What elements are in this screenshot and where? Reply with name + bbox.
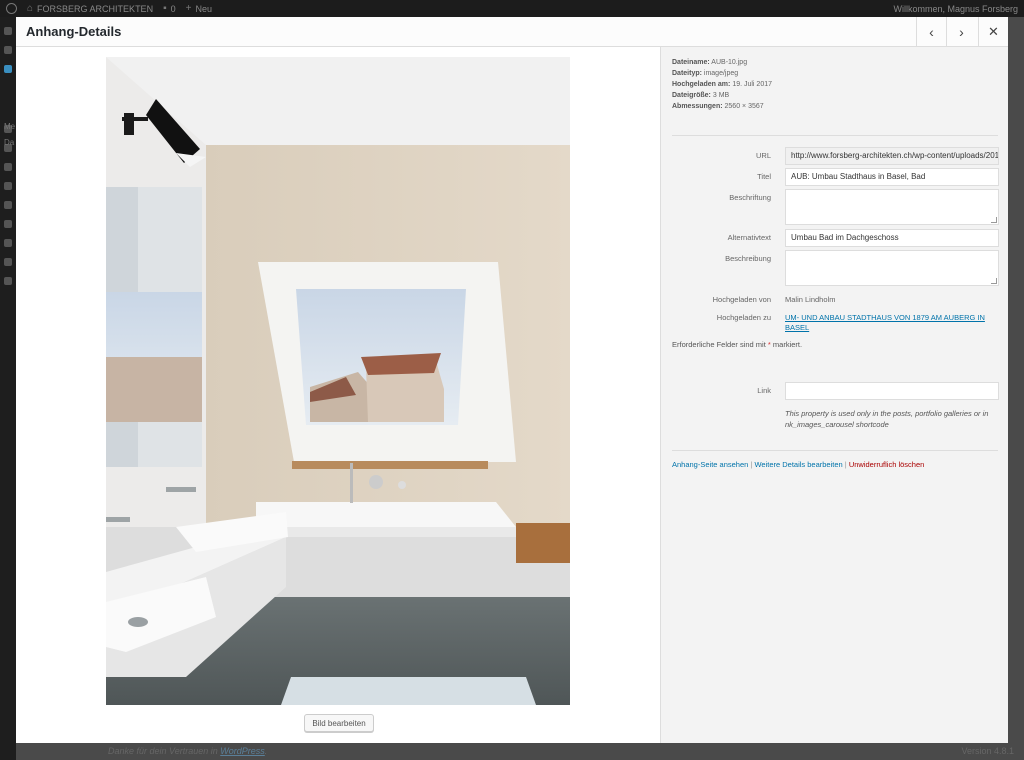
bathroom-photo (106, 57, 570, 705)
uploaded-by-label: Hochgeladen von (712, 295, 771, 304)
chevron-left-icon: ‹ (929, 24, 934, 40)
resize-handle-icon[interactable] (991, 278, 997, 284)
uploaded-to-label: Hochgeladen zu (716, 313, 771, 322)
users-icon[interactable] (4, 239, 12, 247)
footer-version: Version 4.8.1 (961, 746, 1014, 756)
menu-item-da[interactable]: Da (4, 138, 14, 147)
caption-label: Beschriftung (729, 193, 771, 202)
footer-thanks: Danke für dein Vertrauen in WordPress. (108, 746, 268, 756)
site-name-link[interactable]: ⌂ FORSBERG ARCHITEKTEN (27, 3, 153, 14)
previous-button[interactable]: ‹ (916, 17, 946, 47)
modal-header: Anhang-Details ‹ › ✕ (16, 17, 1008, 47)
dimensions-row: Abmessungen: 2560 × 3567 (672, 103, 764, 110)
chevron-right-icon: › (959, 24, 964, 40)
uploaded-date-row: Hochgeladen am: 19. Juli 2017 (672, 81, 773, 88)
divider (672, 450, 998, 451)
uploaded-to-link[interactable]: UM- UND ANBAU STADTHAUS VON 1879 AM AUBE… (785, 313, 989, 333)
dashboard-icon[interactable] (4, 27, 12, 35)
media-icon[interactable] (4, 65, 12, 73)
file-info: Dateiname: AUB-10.jpg Dateityp: image/jp… (672, 57, 772, 112)
comment-icon: ▪ (163, 3, 167, 14)
tools-icon[interactable] (4, 258, 12, 266)
close-button[interactable]: ✕ (978, 17, 1008, 47)
attachment-image (106, 57, 570, 705)
url-label: URL (755, 151, 771, 160)
title-label: Titel (757, 172, 771, 181)
link-label: Link (757, 386, 771, 395)
description-field[interactable] (785, 250, 999, 286)
mail-icon[interactable] (4, 182, 12, 190)
caption-field[interactable] (785, 189, 999, 225)
attachment-details-modal: Anhang-Details ‹ › ✕ Bild bearbeiten Dat… (16, 17, 1008, 743)
admin-menu: Me Da (0, 17, 16, 760)
attachment-info-sidebar: Dateiname: AUB-10.jpg Dateityp: image/jp… (660, 47, 1008, 743)
alt-text-label: Alternativtext (727, 233, 771, 242)
link-field[interactable] (785, 382, 999, 400)
description-label: Beschreibung (725, 254, 771, 263)
delete-permanently-link[interactable]: Unwiderruflich löschen (849, 460, 924, 469)
posts-icon[interactable] (4, 46, 12, 54)
required-fields-note: Erforderliche Felder sind mit * markiert… (672, 340, 803, 349)
file-name-row: Dateiname: AUB-10.jpg (672, 59, 748, 66)
portfolio-icon[interactable] (4, 163, 12, 171)
view-attachment-page-link[interactable]: Anhang-Seite ansehen (672, 460, 748, 469)
home-icon: ⌂ (27, 3, 34, 14)
alt-text-field[interactable]: Umbau Bad im Dachgeschoss (785, 229, 999, 247)
new-content-link[interactable]: + Neu (186, 3, 212, 14)
media-preview-area: Bild bearbeiten (16, 47, 660, 743)
title-field[interactable]: AUB: Umbau Stadthaus in Basel, Bad (785, 168, 999, 186)
menu-item-me[interactable]: Me (4, 122, 15, 131)
edit-more-details-link[interactable]: Weitere Details bearbeiten (754, 460, 842, 469)
account-greeting[interactable]: Willkommen, Magnus Forsberg (893, 4, 1018, 14)
edit-image-button[interactable]: Bild bearbeiten (304, 714, 374, 732)
link-help-text: This property is used only in the posts,… (785, 409, 989, 429)
settings-icon[interactable] (4, 277, 12, 285)
appearance-icon[interactable] (4, 201, 12, 209)
next-button[interactable]: › (946, 17, 976, 47)
wordpress-link[interactable]: WordPress (220, 746, 265, 756)
file-size-row: Dateigröße: 3 MB (672, 92, 730, 99)
modal-title: Anhang-Details (26, 24, 122, 39)
comments-link[interactable]: ▪ 0 (163, 3, 176, 14)
admin-bar: ⌂ FORSBERG ARCHITEKTEN ▪ 0 + Neu Willkommen… (0, 0, 1024, 17)
admin-footer: Danke für dein Vertrauen in WordPress. V… (0, 743, 1024, 760)
attachment-actions: Anhang-Seite ansehen | Weitere Details b… (672, 460, 925, 469)
plus-icon: + (185, 3, 192, 14)
close-icon: ✕ (988, 24, 999, 39)
resize-handle-icon[interactable] (991, 217, 997, 223)
uploaded-by-value: Malin Lindholm (785, 295, 836, 304)
wordpress-logo-icon[interactable] (6, 3, 17, 14)
file-type-row: Dateityp: image/jpeg (672, 70, 739, 77)
plugins-icon[interactable] (4, 220, 12, 228)
divider (672, 135, 998, 136)
url-field[interactable]: http://www.forsberg-architekten.ch/wp-co… (785, 147, 999, 165)
